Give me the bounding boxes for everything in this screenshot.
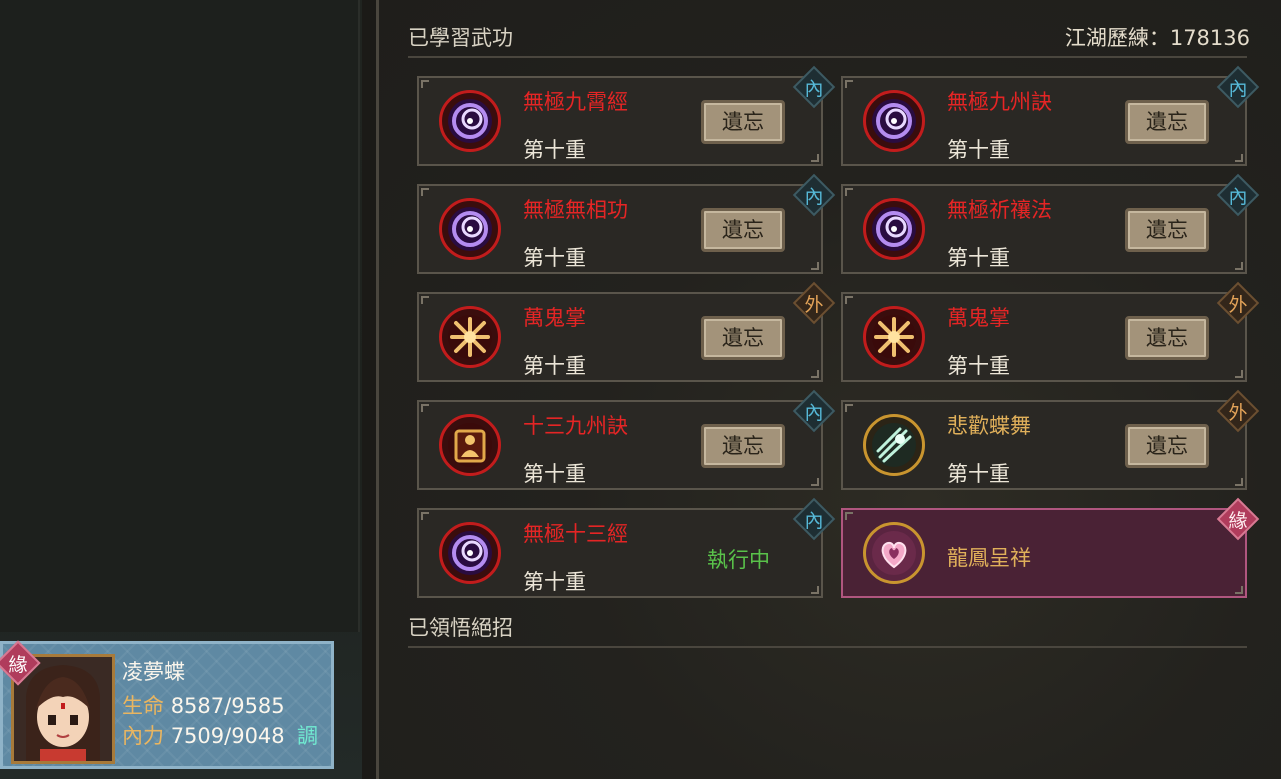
purple-vortex-icon: [439, 90, 501, 152]
skill-card[interactable]: 悲歡蝶舞 第十重 遺忘 外: [841, 400, 1248, 490]
purple-vortex-icon: [439, 198, 501, 260]
adjust-button[interactable]: 調: [297, 720, 318, 750]
skill-level: 第十重: [523, 138, 586, 162]
skill-level: 第十重: [947, 462, 1010, 486]
hp-line: 生命 8587/9585: [122, 690, 285, 720]
skill-name: 十三九州訣: [523, 414, 628, 438]
skill-name: 無極九霄經: [523, 90, 628, 114]
skill-level: 第十重: [947, 354, 1010, 378]
character-name: 凌夢蝶: [122, 660, 185, 684]
left-empty-panel: [0, 0, 360, 632]
forget-button[interactable]: 遺忘: [701, 424, 785, 468]
skill-card[interactable]: 萬鬼掌 第十重 遺忘 外: [417, 292, 824, 382]
forget-button[interactable]: 遺忘: [701, 316, 785, 360]
purple-vortex-icon: [863, 90, 925, 152]
forget-button[interactable]: 遺忘: [1125, 100, 1209, 144]
skill-name: 龍鳳呈祥: [947, 546, 1031, 570]
exp-value: 178136: [1169, 26, 1250, 50]
mp-value: 7509/9048: [170, 724, 285, 748]
title-divider: [408, 56, 1247, 58]
skill-name: 無極九州訣: [947, 90, 1052, 114]
internal-badge: 內: [1223, 180, 1253, 210]
forget-button[interactable]: 遺忘: [1125, 424, 1209, 468]
purple-vortex-icon: [439, 522, 501, 584]
internal-badge: 內: [799, 396, 829, 426]
skill-level: 第十重: [523, 462, 586, 486]
skill-name: 萬鬼掌: [523, 306, 586, 330]
hp-value: 8587/9585: [170, 694, 285, 718]
external-badge: 外: [1223, 288, 1253, 318]
insight-divider: [408, 646, 1247, 648]
skill-name: 萬鬼掌: [947, 306, 1010, 330]
exp-label: 江湖歷練: [1064, 26, 1149, 50]
golden-burst-icon: [863, 306, 925, 368]
skill-level: 第十重: [523, 354, 586, 378]
skill-level: 第十重: [947, 246, 1010, 270]
skill-card[interactable]: 十三九州訣 第十重 遺忘 內: [417, 400, 824, 490]
skill-level: 第十重: [523, 570, 586, 594]
skill-level: 第十重: [523, 246, 586, 270]
jade-claw-icon: [863, 414, 925, 476]
learned-title: 已學習武功: [408, 26, 513, 50]
skill-name: 無極十三經: [523, 522, 628, 546]
internal-badge: 內: [1223, 72, 1253, 102]
insight-title: 已領悟絕招: [408, 616, 513, 640]
skill-name: 無極祈禳法: [947, 198, 1052, 222]
skill-card[interactable]: 無極十三經 第十重 執行中 內: [417, 508, 824, 598]
destiny-badge: 緣: [1223, 504, 1253, 534]
skill-level: 第十重: [947, 138, 1010, 162]
forget-button[interactable]: 遺忘: [701, 208, 785, 252]
skill-card[interactable]: 無極無相功 第十重 遺忘 內: [417, 184, 824, 274]
pink-heart-flame-icon: [863, 522, 925, 584]
skill-card[interactable]: 萬鬼掌 第十重 遺忘 外: [841, 292, 1248, 382]
external-badge: 外: [799, 288, 829, 318]
character-card[interactable]: 緣 凌夢蝶 生命 8587/9585 內力 7509/9048 調: [0, 641, 334, 769]
meditation-figure-icon: [439, 414, 501, 476]
purple-vortex-icon: [863, 198, 925, 260]
skill-name: 悲歡蝶舞: [947, 414, 1031, 438]
destiny-badge: 緣: [1, 646, 35, 680]
external-badge: 外: [1223, 396, 1253, 426]
forget-button[interactable]: 遺忘: [701, 100, 785, 144]
hp-label: 生命: [122, 694, 164, 718]
skill-card[interactable]: 無極九州訣 第十重 遺忘 內: [841, 76, 1248, 166]
martial-arts-panel: 已學習武功 江湖歷練：178136 無極九霄經 第十重 遺忘 內 無極九州訣 第…: [376, 0, 1281, 779]
running-status: 執行中: [707, 548, 770, 572]
skill-card[interactable]: 無極祈禳法 第十重 遺忘 內: [841, 184, 1248, 274]
mp-label: 內力: [122, 724, 164, 748]
internal-badge: 內: [799, 72, 829, 102]
internal-badge: 內: [799, 180, 829, 210]
internal-badge: 內: [799, 504, 829, 534]
experience-readout: 江湖歷練：178136: [1064, 26, 1250, 50]
mp-line: 內力 7509/9048: [122, 720, 285, 750]
skill-card[interactable]: 無極九霄經 第十重 遺忘 內: [417, 76, 824, 166]
skill-name: 無極無相功: [523, 198, 628, 222]
forget-button[interactable]: 遺忘: [1125, 208, 1209, 252]
forget-button[interactable]: 遺忘: [1125, 316, 1209, 360]
golden-burst-icon: [439, 306, 501, 368]
special-skill-card[interactable]: 龍鳳呈祥 緣: [841, 508, 1248, 598]
